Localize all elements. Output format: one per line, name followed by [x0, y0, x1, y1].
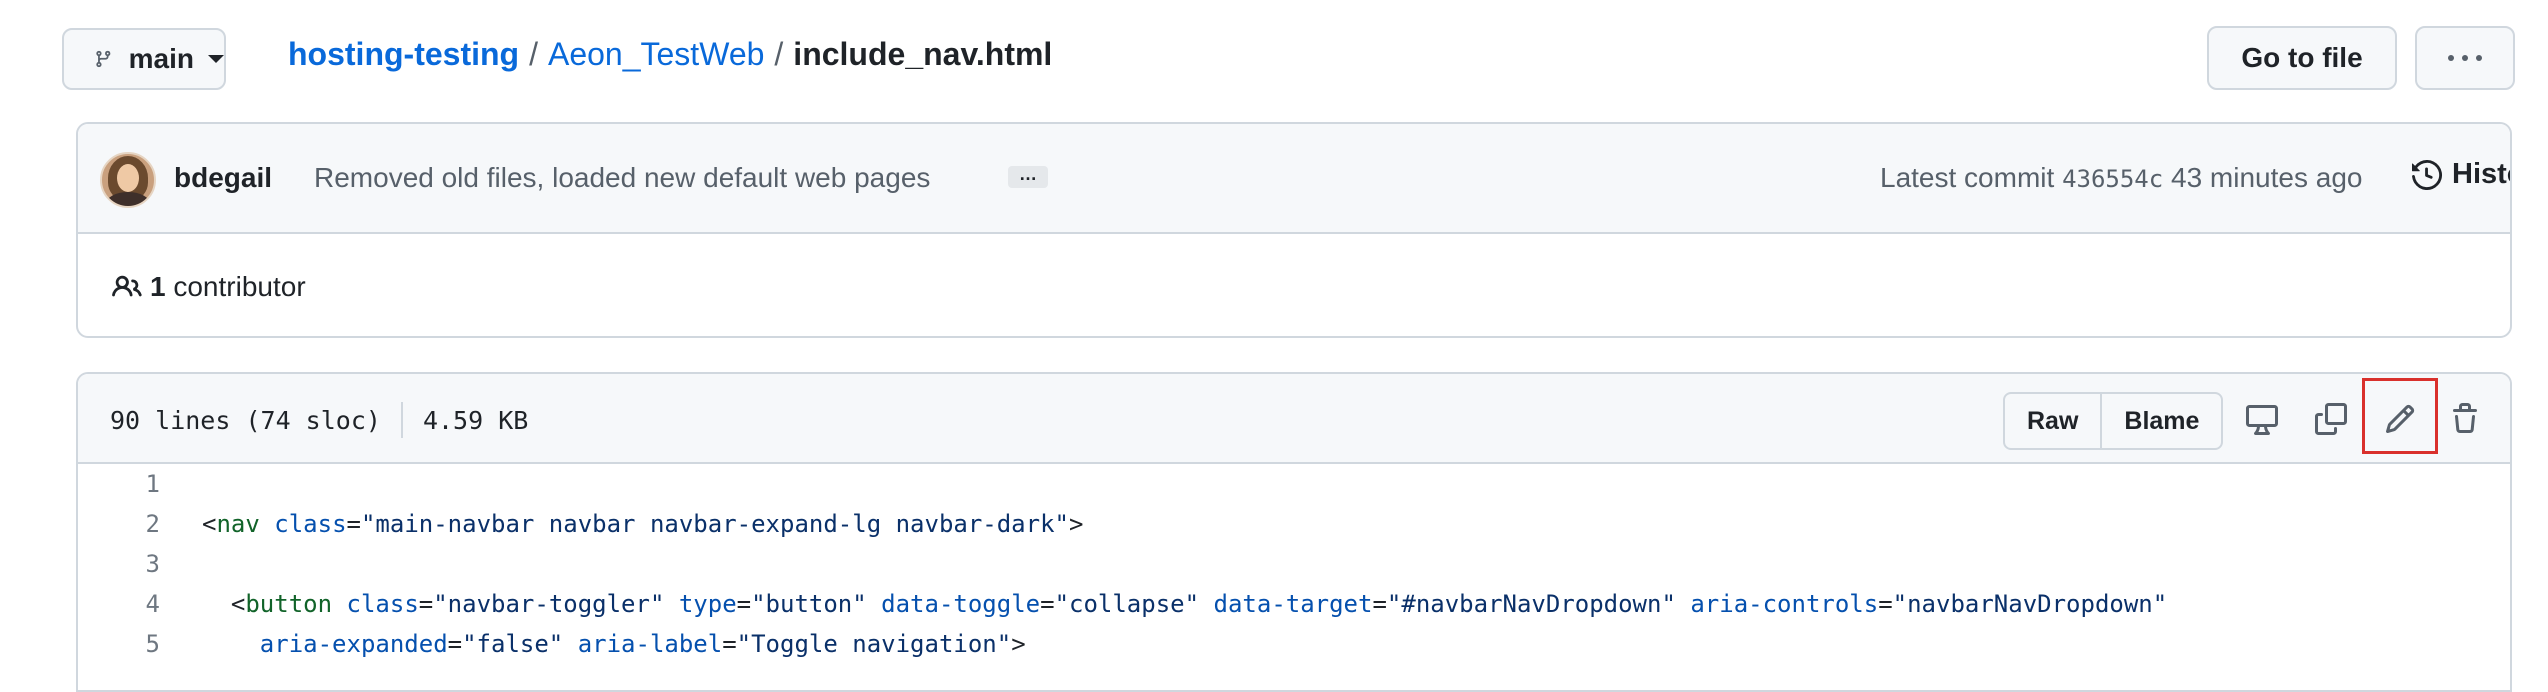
- contributor-count: 1: [150, 271, 166, 302]
- raw-button[interactable]: Raw: [2005, 394, 2100, 448]
- branch-selector-button[interactable]: main: [62, 28, 226, 90]
- blame-button[interactable]: Blame: [2100, 394, 2221, 448]
- more-options-button[interactable]: [2415, 26, 2515, 90]
- delete-file-button[interactable]: [2442, 396, 2488, 442]
- desktop-icon: [2246, 405, 2278, 435]
- code-line: 1: [78, 464, 2510, 504]
- file-viewer: 90 lines (74 sloc) 4.59 KB Raw Blame 1 2: [76, 372, 2512, 692]
- breadcrumb-repo-link[interactable]: hosting-testing: [288, 36, 519, 73]
- code-line: 5 aria-expanded="false" aria-label="Togg…: [78, 624, 2510, 664]
- display-source-button[interactable]: [2239, 396, 2285, 442]
- line-number[interactable]: 1: [78, 470, 160, 498]
- line-content: <button class="navbar-toggler" type="but…: [230, 590, 2168, 618]
- trash-icon: [2453, 403, 2477, 433]
- author-avatar[interactable]: [100, 152, 156, 208]
- line-content: aria-expanded="false" aria-label="Toggle…: [259, 630, 1026, 658]
- commit-row: bdegail Removed old files, loaded new de…: [78, 124, 2510, 234]
- history-button[interactable]: History: [2412, 158, 2510, 191]
- line-number[interactable]: 2: [78, 510, 160, 538]
- contributors-row: 1 contributor: [78, 234, 2510, 336]
- copy-icon: [2315, 403, 2347, 435]
- commit-sha-link[interactable]: 436554c: [2062, 165, 2163, 193]
- kebab-horizontal-icon: [2448, 55, 2454, 61]
- code-line: 3: [78, 544, 2510, 584]
- file-size: 4.59 KB: [422, 405, 529, 435]
- git-branch-icon: [96, 50, 111, 68]
- branch-name: main: [128, 43, 194, 74]
- latest-commit-info: Latest commit 436554c 43 minutes ago: [1880, 162, 2362, 194]
- code-view: 1 2 <nav class="main-navbar navbar navba…: [78, 464, 2510, 664]
- go-to-file-button[interactable]: Go to file: [2207, 26, 2397, 90]
- breadcrumb-separator: /: [529, 36, 538, 72]
- caret-down-icon: [208, 55, 224, 63]
- breadcrumb-directory-link[interactable]: Aeon_TestWeb: [548, 36, 764, 73]
- contributor-label[interactable]: contributor: [173, 271, 305, 303]
- breadcrumb-file-name: include_nav.html: [793, 36, 1053, 72]
- file-line-count: 90 lines (74 sloc): [110, 405, 381, 435]
- latest-commit-label: Latest commit: [1880, 162, 2055, 193]
- history-icon: [2412, 159, 2442, 190]
- line-number[interactable]: 5: [78, 630, 160, 658]
- commit-message-link[interactable]: Removed old files, loaded new default we…: [314, 162, 930, 194]
- line-content: <nav class="main-navbar navbar navbar-ex…: [202, 510, 1084, 538]
- view-button-group: Raw Blame: [2003, 392, 2224, 450]
- pencil-icon: [2385, 404, 2415, 434]
- commit-time: 43 minutes ago: [2171, 162, 2363, 193]
- commit-author-link[interactable]: bdegail: [174, 162, 272, 194]
- history-label: History: [2452, 158, 2510, 190]
- expand-commit-message-button[interactable]: …: [1008, 165, 1048, 188]
- breadcrumb-separator: /: [774, 36, 784, 72]
- code-line: 4 <button class="navbar-toggler" type="b…: [78, 584, 2510, 624]
- latest-commit-box: bdegail Removed old files, loaded new de…: [76, 122, 2512, 338]
- file-info: 90 lines (74 sloc) 4.59 KB: [110, 402, 528, 438]
- line-number[interactable]: 4: [78, 590, 160, 618]
- breadcrumb: hosting-testing / Aeon_TestWeb / include…: [288, 36, 1052, 73]
- code-line: 2 <nav class="main-navbar navbar navbar-…: [78, 504, 2510, 544]
- copy-raw-button[interactable]: [2308, 396, 2354, 442]
- people-icon: [112, 275, 142, 297]
- line-number[interactable]: 3: [78, 550, 160, 578]
- edit-file-button[interactable]: [2377, 396, 2423, 442]
- file-header: 90 lines (74 sloc) 4.59 KB Raw Blame: [78, 374, 2510, 464]
